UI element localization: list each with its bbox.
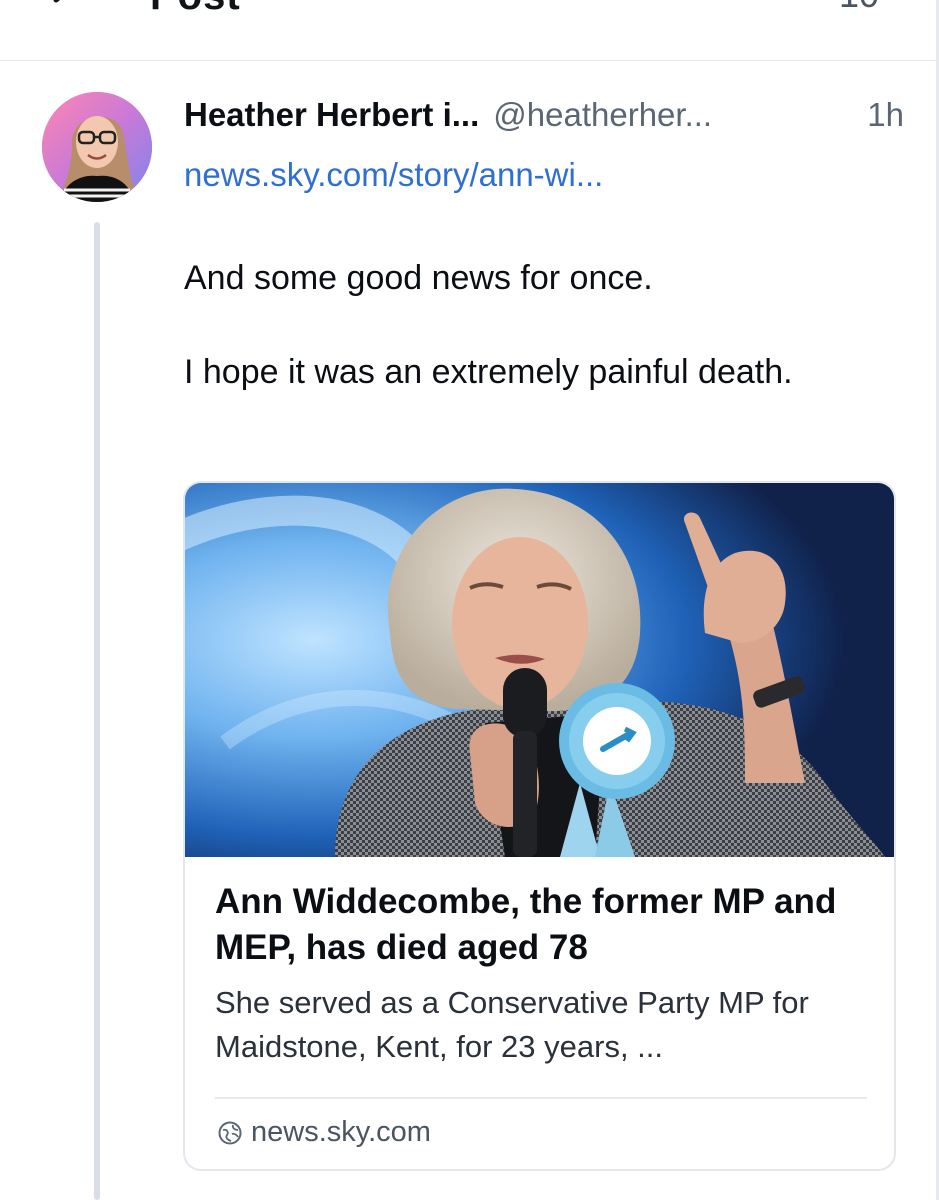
top-header: Post 10 <box>0 0 939 61</box>
page-title: Post <box>150 0 241 19</box>
news-photo <box>185 483 894 857</box>
author-handle[interactable]: @heatherher... <box>493 96 712 134</box>
card-description: She served as a Conservative Party MP fo… <box>215 985 809 1064</box>
author-name[interactable]: Heather Herbert i... <box>184 96 479 134</box>
link-preview-card[interactable]: Ann Widdecombe, the former MP and MEP, h… <box>183 481 896 1171</box>
post-text: And some good news for once. I hope it w… <box>184 254 884 396</box>
post-link[interactable]: news.sky.com/story/ann-wi... <box>184 156 603 194</box>
thread-line <box>94 222 100 1200</box>
card-title[interactable]: Ann Widdecombe, the former MP and MEP, h… <box>215 879 875 971</box>
avatar[interactable] <box>42 92 152 202</box>
avatar-portrait <box>42 92 152 202</box>
card-domain-row: news.sky.com <box>217 1116 431 1149</box>
reply-count: 10 <box>839 0 879 16</box>
card-body: Ann Widdecombe, the former MP and MEP, h… <box>215 879 875 1069</box>
card-image[interactable] <box>185 483 894 857</box>
post-paragraph: And some good news for once. <box>184 259 653 297</box>
post-page: Post 10 <box>0 0 939 1200</box>
card-domain: news.sky.com <box>251 1116 431 1148</box>
card-divider <box>215 1097 867 1099</box>
post-timestamp[interactable]: 1h <box>867 96 904 134</box>
post-header: Heather Herbert i... @heatherher... 1h <box>184 96 904 140</box>
post-paragraph: I hope it was an extremely painful death… <box>184 353 793 391</box>
globe-icon <box>218 1121 242 1144</box>
back-arrow-icon[interactable] <box>46 0 86 18</box>
